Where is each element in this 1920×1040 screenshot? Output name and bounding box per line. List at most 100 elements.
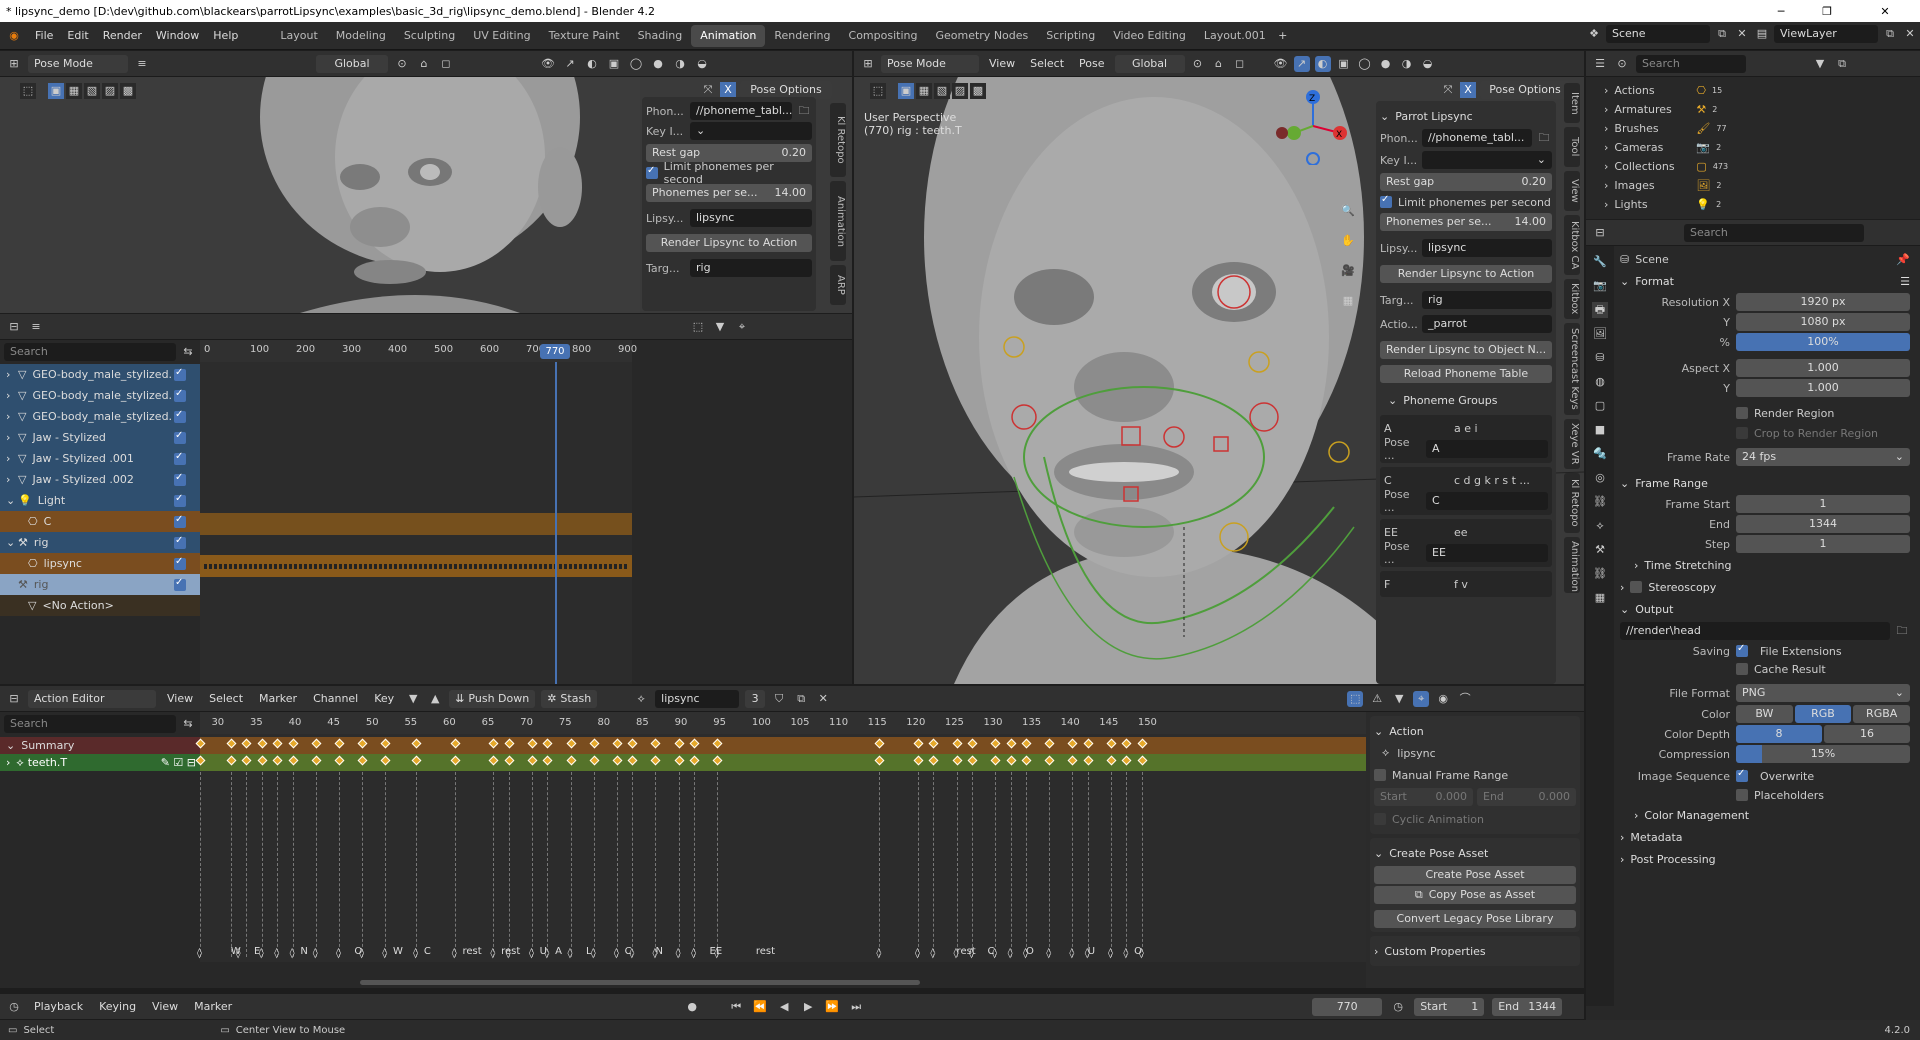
delete-viewlayer-icon[interactable]: ✕ bbox=[1902, 26, 1918, 42]
nla-track[interactable]: › ▽ GEO-body_male_stylized. bbox=[0, 364, 200, 385]
action-keyframe-area[interactable]: 30 35 40 45 50 55 60 65 70 75 80 85 90 95 100 105 110 115… bbox=[195, 712, 1366, 985]
prev-key-icon[interactable]: ⏪ bbox=[752, 999, 768, 1015]
view-menu[interactable]: View bbox=[148, 993, 182, 1021]
nla-search-input[interactable]: Search bbox=[4, 343, 176, 361]
nla-snap-icon[interactable]: ⌖ bbox=[734, 319, 750, 335]
pivot-icon[interactable]: ⊙ bbox=[1190, 56, 1206, 72]
marker-menu[interactable]: Marker bbox=[254, 685, 302, 713]
stash-button[interactable]: ✲ Stash bbox=[541, 689, 598, 708]
physics-tab-icon[interactable]: ◎ bbox=[1592, 470, 1608, 486]
render-shading-icon[interactable]: ◒ bbox=[1420, 56, 1436, 72]
marker-menu[interactable]: Marker bbox=[190, 993, 236, 1021]
frame-end-field[interactable]: 1344 bbox=[1736, 515, 1910, 533]
nla-editor-type-icon[interactable]: ⊟ bbox=[6, 319, 22, 335]
pin-icon[interactable]: 📌 bbox=[1896, 253, 1910, 266]
channel-menu[interactable]: Channel bbox=[308, 685, 363, 713]
tab-shading[interactable]: Shading bbox=[629, 25, 692, 47]
nla-track[interactable]: › ▽ Jaw - Stylized .002 bbox=[0, 469, 200, 490]
orientation-dropdown[interactable]: Global bbox=[316, 54, 388, 73]
select-menu[interactable]: Select bbox=[1025, 50, 1069, 78]
material-shading-icon[interactable]: ◑ bbox=[1399, 56, 1415, 72]
nla-strip-lipsync[interactable] bbox=[200, 555, 632, 577]
select-extend-icon[interactable]: ▦ bbox=[66, 83, 82, 99]
track-checkbox[interactable] bbox=[174, 535, 186, 549]
nla-track[interactable]: › ▽ Jaw - Stylized .001 bbox=[0, 448, 200, 469]
data-tab-icon[interactable]: ⟡ bbox=[1592, 518, 1608, 534]
nla-strip-area[interactable]: 0 100 200 300 400 500 600 700 800 900 770 bbox=[200, 340, 637, 684]
menu-edit[interactable]: Edit bbox=[60, 22, 95, 50]
wire-shading-icon[interactable]: ◯ bbox=[1357, 56, 1373, 72]
viewlayer-icon[interactable]: ▤ bbox=[1754, 26, 1770, 42]
select-intersect-icon[interactable]: ▩ bbox=[970, 83, 986, 99]
depth-16-button[interactable]: 16 bbox=[1824, 725, 1910, 743]
nla-only-selected-icon[interactable]: ⬚ bbox=[690, 319, 706, 335]
channel-teeth[interactable]: › ⟡ teeth.T ✎ ☑ ⊟ bbox=[0, 754, 200, 771]
nla-track[interactable]: ⎔ C bbox=[0, 511, 200, 532]
expand-arrow-icon[interactable]: › bbox=[1604, 141, 1608, 154]
jump-end-icon[interactable]: ⏭ bbox=[848, 999, 864, 1015]
tab-item[interactable]: Item bbox=[1564, 83, 1580, 123]
orientation-dropdown[interactable]: Global bbox=[1114, 54, 1185, 73]
unlink-action-icon[interactable]: ✕ bbox=[815, 691, 831, 707]
outliner-item[interactable]: › Armatures ⚒ 2 bbox=[1586, 100, 1920, 119]
snap-icon[interactable]: ⌂ bbox=[1211, 56, 1227, 72]
pose-asset-section-header[interactable]: ⌄ Create Pose Asset bbox=[1374, 842, 1576, 864]
zoom-icon[interactable]: 🔍 bbox=[1336, 199, 1360, 223]
nla-track[interactable]: › ▽ GEO-body_male_stylized. bbox=[0, 406, 200, 427]
expand-arrow-icon[interactable]: ⌄ bbox=[6, 494, 18, 507]
limit-checkbox[interactable] bbox=[646, 165, 658, 179]
pose-options-dropdown[interactable]: Pose Options bbox=[1480, 81, 1570, 99]
expand-arrow-icon[interactable]: › bbox=[6, 473, 18, 486]
pose-menu[interactable]: Pose bbox=[1074, 50, 1109, 78]
wire-shading-icon[interactable]: ◯ bbox=[628, 56, 644, 72]
parrot-lipsync-header[interactable]: ⌄ Parrot Lipsync bbox=[1380, 105, 1552, 127]
track-checkbox[interactable] bbox=[174, 409, 186, 423]
limit-checkbox[interactable] bbox=[1380, 194, 1392, 208]
select-tool-icon[interactable]: ⬚ bbox=[870, 83, 886, 99]
material-shading-icon[interactable]: ◑ bbox=[672, 56, 688, 72]
time-stretching-header[interactable]: › Time Stretching bbox=[1620, 554, 1910, 576]
marker-triangle-icon[interactable]: ◊ bbox=[568, 948, 573, 959]
tab-xeye-vr[interactable]: Xeye VR bbox=[1564, 419, 1580, 469]
expand-arrow-icon[interactable]: › bbox=[6, 452, 18, 465]
fake-user-icon[interactable]: ⛉ bbox=[771, 691, 787, 707]
expand-arrow-icon[interactable]: › bbox=[1604, 103, 1608, 116]
key-interp-dropdown[interactable]: ⌄ bbox=[1422, 151, 1552, 169]
lipsync-action-field[interactable]: lipsync bbox=[690, 209, 812, 227]
outliner-filter-icon[interactable]: ▼ bbox=[1812, 56, 1828, 72]
display-mode-icon[interactable]: ⊙ bbox=[1614, 56, 1630, 72]
overwrite-checkbox[interactable] bbox=[1736, 768, 1748, 782]
auto-key-icon[interactable]: ● bbox=[684, 999, 700, 1015]
track-checkbox[interactable] bbox=[174, 430, 186, 444]
track-checkbox[interactable] bbox=[174, 577, 186, 591]
action-search-input[interactable]: Search bbox=[4, 715, 176, 733]
cache-checkbox[interactable] bbox=[1736, 663, 1748, 675]
folder-icon[interactable]: 🗀 bbox=[796, 103, 812, 119]
marker-triangle-icon[interactable]: ◊ bbox=[1069, 948, 1074, 959]
visibility-icon[interactable]: 👁 bbox=[540, 56, 556, 72]
nla-track[interactable]: ▽ <No Action> bbox=[0, 595, 200, 616]
mode-dropdown[interactable]: Action Editor bbox=[28, 689, 156, 708]
format-section-header[interactable]: ⌄ Format ☰ bbox=[1620, 270, 1910, 292]
nla-track[interactable]: ⎔ lipsync bbox=[0, 553, 200, 574]
action-selector[interactable]: lipsync bbox=[655, 689, 740, 708]
color-bw-button[interactable]: BW bbox=[1736, 705, 1793, 723]
render-lipsync-button[interactable]: Render Lipsync to Action bbox=[1380, 265, 1552, 283]
select-tool-icon[interactable]: ⬚ bbox=[20, 83, 36, 99]
mode-dropdown[interactable]: Pose Mode bbox=[881, 54, 979, 73]
view-menu[interactable]: View bbox=[162, 685, 198, 713]
track-checkbox[interactable] bbox=[174, 514, 186, 528]
editor-type-icon[interactable]: ⊞ bbox=[860, 56, 876, 72]
menu-icon[interactable]: ≡ bbox=[134, 56, 150, 72]
outliner-item[interactable]: › Brushes 🖌 77 bbox=[1586, 119, 1920, 138]
marker-triangle-icon[interactable]: ◊ bbox=[382, 948, 387, 959]
phoneme-groups-header[interactable]: ⌄ Phoneme Groups bbox=[1380, 389, 1552, 411]
res-y-field[interactable]: 1080 px bbox=[1736, 313, 1910, 331]
tab-uv-editing[interactable]: UV Editing bbox=[464, 25, 539, 47]
snap-icon[interactable]: ⌂ bbox=[416, 56, 432, 72]
fps-dropdown[interactable]: 24 fps ⌄ bbox=[1736, 448, 1910, 466]
marker-triangle-icon[interactable]: ◊ bbox=[915, 948, 920, 959]
dopesheet-editor-icon[interactable]: ⊟ bbox=[6, 691, 22, 707]
marker-triangle-icon[interactable]: ◊ bbox=[529, 948, 534, 959]
color-rgb-button[interactable]: RGB bbox=[1794, 705, 1852, 723]
